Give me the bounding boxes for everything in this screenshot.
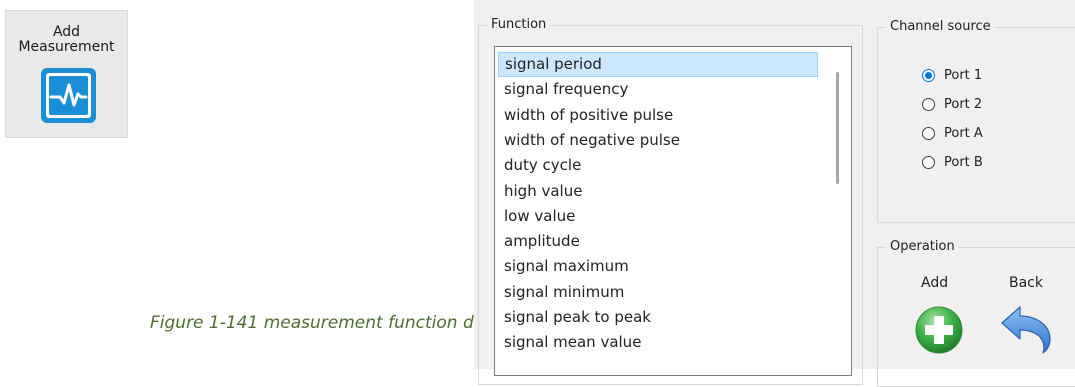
channel-source-title: Channel source [886, 19, 995, 35]
list-item[interactable]: width of positive pulse [504, 103, 673, 128]
add-measurement-label-line1: Add [52, 24, 81, 40]
add-measurement-label-line2: Measurement [18, 39, 115, 55]
list-item[interactable]: signal peak to peak [504, 305, 651, 330]
radio-label: Port B [944, 154, 983, 170]
list-item[interactable]: signal maximum [504, 254, 629, 279]
radio-label: Port A [944, 125, 983, 141]
figure-caption: Figure 1-141 measurement function dialog [150, 313, 515, 333]
plus-icon[interactable] [914, 305, 964, 355]
list-item[interactable]: amplitude [504, 229, 580, 254]
operation-group: Operation Add Back [877, 239, 1075, 387]
list-item[interactable]: low value [504, 204, 575, 229]
radio-label: Port 2 [944, 96, 983, 112]
radio-button[interactable] [922, 126, 935, 140]
radio-label: Port 1 [944, 67, 983, 83]
radio-port-2[interactable]: Port 2 [922, 95, 982, 113]
radio-button[interactable] [922, 155, 935, 169]
back-label: Back [1009, 275, 1043, 291]
add-measurement-button[interactable]: Add Measurement [5, 10, 128, 138]
list-item[interactable]: signal period [498, 52, 818, 77]
operation-group-title: Operation [886, 239, 959, 255]
radio-button[interactable] [922, 97, 935, 111]
list-item[interactable]: high value [504, 179, 582, 204]
radio-port-1[interactable]: Port 1 [922, 66, 982, 84]
list-item[interactable]: duty cycle [504, 153, 581, 178]
radio-port-a[interactable]: Port A [922, 124, 983, 142]
list-item[interactable]: signal minimum [504, 280, 624, 305]
waveform-icon [41, 68, 96, 123]
channel-source-group: Channel source Port 1 Port 2 Port A Port… [877, 19, 1075, 223]
list-item[interactable]: signal mean value [504, 330, 641, 355]
back-arrow-icon[interactable] [998, 303, 1054, 355]
function-group: Function signal period signal frequency wi… [478, 17, 863, 385]
radio-button-checked[interactable] [922, 68, 935, 82]
add-label: Add [921, 275, 949, 291]
measurement-function-dialog: Function signal period signal frequency wi… [474, 0, 1075, 387]
function-group-title: Function [487, 17, 551, 33]
function-listbox[interactable]: signal period signal frequency width of po… [494, 46, 852, 376]
list-item[interactable]: width of negative pulse [504, 128, 680, 153]
list-scrollbar-thumb[interactable] [836, 72, 839, 184]
radio-port-b[interactable]: Port B [922, 153, 983, 171]
list-item[interactable]: signal frequency [504, 77, 628, 102]
